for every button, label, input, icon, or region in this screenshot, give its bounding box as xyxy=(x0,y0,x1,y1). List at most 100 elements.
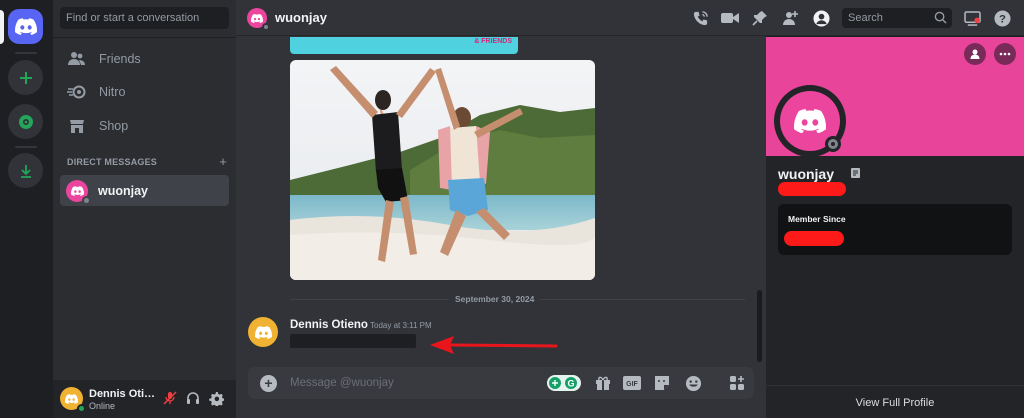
message-input[interactable]: Message @wuonjay xyxy=(290,377,394,389)
user-panel: Dennis Oti… Online xyxy=(53,380,236,418)
grammarly-icon: G xyxy=(547,375,581,391)
sidebar-item-nitro[interactable]: Nitro xyxy=(61,77,229,107)
offline-status-indicator xyxy=(825,136,841,152)
dm-item-wuonjay[interactable]: wuonjay xyxy=(60,175,229,206)
user-profile-icon xyxy=(812,9,830,27)
message-author-avatar[interactable] xyxy=(248,317,278,347)
emoji-button[interactable] xyxy=(684,374,702,392)
rail-separator xyxy=(15,146,37,148)
redacted-member-date xyxy=(784,231,844,246)
discord-logo-icon xyxy=(14,18,37,35)
message-composer[interactable]: + Message @wuonjay G GIF xyxy=(248,367,754,399)
pin-icon xyxy=(752,11,767,26)
plus-circle-icon[interactable]: + xyxy=(260,375,277,392)
find-conversation-input[interactable]: Find or start a conversation xyxy=(60,7,229,29)
channel-header: wuonjay Search ? xyxy=(236,0,1024,36)
direct-messages-title: DIRECT MESSAGES xyxy=(67,157,158,167)
status-indicator xyxy=(262,23,270,31)
chat-scrollbar[interactable] xyxy=(757,290,762,362)
gif-button[interactable]: GIF xyxy=(623,374,641,392)
beach-photo xyxy=(290,60,595,280)
selected-pill xyxy=(0,10,4,44)
note-icon[interactable] xyxy=(850,167,862,179)
mute-button[interactable] xyxy=(162,390,178,406)
discord-logo-icon xyxy=(251,13,263,23)
help-icon: ? xyxy=(993,9,1011,27)
channel-title[interactable]: wuonjay xyxy=(275,10,327,25)
compass-icon xyxy=(18,114,33,129)
search-icon xyxy=(934,11,947,24)
download-apps-button[interactable] xyxy=(8,153,43,188)
sidebar-item-label: Nitro xyxy=(99,85,126,99)
deafen-button[interactable] xyxy=(185,390,201,406)
gif-icon: GIF xyxy=(623,376,641,390)
voice-call-icon xyxy=(693,10,708,25)
add-server-button[interactable] xyxy=(8,60,43,95)
sidebar-item-shop[interactable]: Shop xyxy=(61,111,229,141)
user-settings-button[interactable] xyxy=(208,390,224,406)
sidebar-item-friends[interactable]: Friends xyxy=(61,44,229,74)
member-since-card: Member Since xyxy=(778,204,1012,255)
apps-button[interactable] xyxy=(728,374,746,392)
user-status: Online xyxy=(89,401,116,411)
image-brand-text: & FRIENDS xyxy=(474,38,512,45)
add-friends-to-dm-button[interactable] xyxy=(781,9,799,27)
more-icon xyxy=(999,52,1011,56)
dm-sidebar: Find or start a conversation Friends Nit… xyxy=(53,0,236,418)
plus-icon xyxy=(19,71,32,84)
apps-icon xyxy=(730,376,744,390)
gift-button[interactable] xyxy=(594,374,612,392)
create-dm-button[interactable]: + xyxy=(219,154,227,169)
message-timestamp: Today at 3:11 PM xyxy=(370,321,432,330)
dm-name: wuonjay xyxy=(98,183,149,198)
profile-footer: View Full Profile xyxy=(766,385,1024,418)
search-placeholder: Search xyxy=(848,12,883,24)
sidebar-divider xyxy=(53,37,236,38)
sticker-button[interactable] xyxy=(653,374,671,392)
search-input[interactable]: Search xyxy=(842,8,952,28)
add-friends-icon xyxy=(783,11,798,25)
discord-logo-icon xyxy=(254,325,272,339)
user-avatar[interactable] xyxy=(60,387,86,413)
home-button[interactable] xyxy=(8,9,43,44)
svg-text:G: G xyxy=(567,379,574,389)
profile-username: wuonjay xyxy=(778,166,835,182)
image-attachment[interactable] xyxy=(290,60,595,280)
rail-separator xyxy=(15,52,37,54)
discover-button[interactable] xyxy=(8,104,43,139)
message-author-name[interactable]: Dennis Otieno xyxy=(290,319,368,331)
server-rail xyxy=(0,0,53,418)
annotation-arrow xyxy=(430,336,558,354)
shop-icon xyxy=(67,116,87,136)
grammarly-button[interactable]: G xyxy=(547,374,581,392)
sticker-icon xyxy=(655,376,669,390)
status-indicator xyxy=(82,195,91,205)
add-friend-button[interactable] xyxy=(964,43,986,65)
online-status-indicator xyxy=(77,404,86,413)
add-friend-icon xyxy=(970,49,980,59)
profile-avatar[interactable] xyxy=(774,85,846,157)
view-full-profile-link[interactable]: View Full Profile xyxy=(766,397,1024,409)
video-call-button[interactable] xyxy=(721,9,739,27)
sidebar-item-label: Shop xyxy=(99,119,129,133)
date-divider-label: September 30, 2024 xyxy=(449,294,541,304)
more-options-button[interactable] xyxy=(994,43,1016,65)
discord-window: Find or start a conversation Friends Nit… xyxy=(0,0,1024,418)
redacted-display-name xyxy=(778,182,846,196)
svg-text:GIF: GIF xyxy=(626,381,638,388)
image-attachment-partial[interactable]: & FRIENDS xyxy=(290,37,518,54)
user-name: Dennis Oti… xyxy=(89,388,156,400)
download-icon xyxy=(20,164,31,178)
inbox-icon xyxy=(963,10,981,26)
emoji-icon xyxy=(685,375,701,391)
help-button[interactable]: ? xyxy=(993,9,1011,27)
gear-icon xyxy=(208,391,224,406)
friends-icon xyxy=(67,49,87,69)
sidebar-item-label: Friends xyxy=(99,52,141,66)
voice-call-button[interactable] xyxy=(691,9,709,27)
hide-user-profile-button[interactable] xyxy=(812,9,830,27)
direct-messages-header: DIRECT MESSAGES + xyxy=(67,154,227,169)
pinned-messages-button[interactable] xyxy=(751,9,769,27)
inbox-button[interactable] xyxy=(963,9,981,27)
discord-logo-icon xyxy=(70,185,84,196)
